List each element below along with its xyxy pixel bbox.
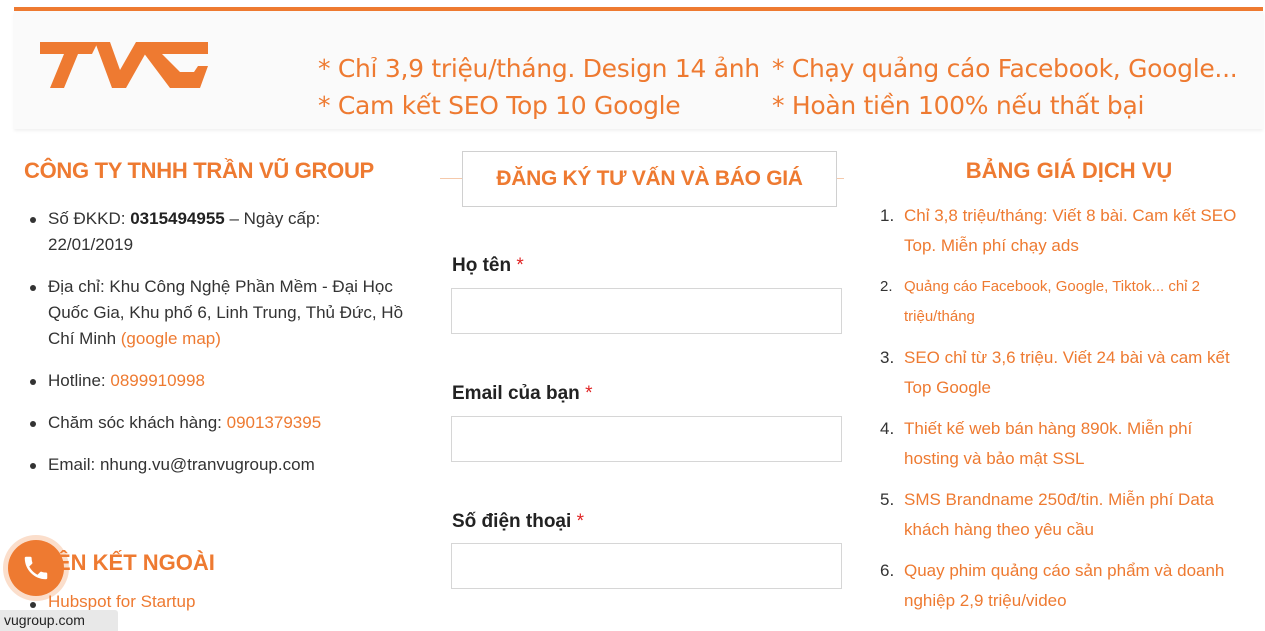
promo-text-4: * Hoàn tiền 100% nếu thất bại [772, 91, 1145, 120]
promo-text-3: * Cam kết SEO Top 10 Google [318, 91, 681, 120]
item-line2: Top Google [904, 378, 991, 397]
item-number: 4. [880, 419, 895, 438]
phone-label-text: Số điện thoại [452, 511, 572, 532]
name-input[interactable] [451, 288, 842, 334]
required-mark: * [516, 255, 524, 276]
care-label: Chăm sóc khách hàng: [48, 413, 227, 432]
item-line2: Top. Miễn phí chạy ads [904, 236, 1079, 255]
promo-text-1: * Chỉ 3,9 triệu/tháng. Design 14 ảnh [318, 54, 760, 83]
item-number: 5. [880, 490, 895, 509]
item-number: 3. [880, 348, 895, 367]
name-label-text: Họ tên [452, 255, 512, 276]
item-line2: khách hàng theo yêu cầu [904, 520, 1094, 539]
item-line2: nghiệp 2,9 triệu/video [904, 591, 1067, 610]
pricing-item[interactable]: 3. SEO chỉ từ 3,6 triệu. Viết 24 bài và c… [880, 343, 1265, 403]
pricing-title: BẢNG GIÁ DỊCH VỤ [965, 158, 1173, 183]
reg-info: Số ĐKKD: 0315494955 – Ngày cấp: 22/01/20… [24, 206, 404, 258]
pricing-list: 1. Chỉ 3,8 triệu/tháng: Viết 8 bài. Cam k… [880, 201, 1265, 627]
required-mark: * [576, 511, 584, 532]
hubspot-link[interactable]: Hubspot for Startup [48, 592, 195, 612]
item-number: 6. [880, 561, 895, 580]
reg-label: Số ĐKKD: [48, 209, 131, 228]
email-info: Email: nhung.vu@tranvugroup.com [24, 452, 404, 478]
item-line2: triệu/tháng [904, 308, 975, 325]
company-info-list: Số ĐKKD: 0315494955 – Ngày cấp: 22/01/20… [24, 206, 404, 478]
hotline-link[interactable]: 0899910998 [110, 371, 205, 390]
care-phone-link[interactable]: 0901379395 [227, 413, 322, 432]
company-info: CÔNG TY TNHH TRẦN VŨ GROUP Số ĐKKD: 0315… [24, 158, 404, 494]
name-label: Họ tên * [452, 255, 524, 277]
phone-label: Số điện thoại * [452, 511, 584, 533]
call-button[interactable] [8, 540, 64, 596]
item-line1: Quay phim quảng cáo sản phẩm và doanh [904, 561, 1225, 580]
pricing-item[interactable]: 1. Chỉ 3,8 triệu/tháng: Viết 8 bài. Cam k… [880, 201, 1265, 261]
hotline-info: Hotline: 0899910998 [24, 368, 404, 394]
item-number: 2. [880, 278, 893, 295]
bullet-dot [30, 602, 36, 608]
care-info: Chăm sóc khách hàng: 0901379395 [24, 410, 404, 436]
required-mark: * [585, 383, 593, 404]
pricing-item[interactable]: 6. Quay phim quảng cáo sản phẩm và doanh n… [880, 556, 1265, 616]
email-input[interactable] [451, 416, 842, 462]
pricing-item[interactable]: 4. Thiết kế web bán hàng 890k. Miễn phí ho… [880, 414, 1265, 474]
google-map-link[interactable]: (google map) [121, 329, 221, 348]
promo-text-2: * Chạy quảng cáo Facebook, Google... [772, 54, 1238, 83]
item-number: 1. [880, 206, 895, 225]
item-line2: hosting và bảo mật SSL [904, 449, 1085, 468]
email-label-text: Email của bạn [452, 383, 580, 404]
item-line1: Chỉ 3,8 triệu/tháng: Viết 8 bài. Cam kết… [904, 206, 1237, 225]
external-links-title-text: ÊN KẾT NGOÀI [56, 550, 215, 575]
phone-input[interactable] [451, 543, 842, 589]
item-line1: Quảng cáo Facebook, Google, Tiktok... ch… [904, 278, 1201, 295]
address-text: Địa chỉ: Khu Công Nghệ Phần Mềm - Đại Họ… [48, 277, 404, 348]
item-line1: Thiết kế web bán hàng 890k. Miễn phí [904, 419, 1193, 438]
reg-number: 0315494955 [130, 209, 225, 228]
address-info: Địa chỉ: Khu Công Nghệ Phần Mềm - Đại Họ… [24, 274, 404, 352]
phone-icon [24, 556, 48, 580]
email-label: Email của bạn * [452, 383, 592, 405]
status-bar-url: vugroup.com [0, 610, 118, 631]
item-line1: SEO chỉ từ 3,6 triệu. Viết 24 bài và cam… [904, 348, 1230, 367]
form-title: ĐĂNG KÝ TƯ VẤN VÀ BÁO GIÁ [462, 151, 837, 207]
hotline-label: Hotline: [48, 371, 111, 390]
item-line1: SMS Brandname 250đ/tin. Miễn phí Data [904, 490, 1214, 509]
company-title: CÔNG TY TNHH TRẦN VŨ GROUP [24, 158, 374, 183]
tvg-logo[interactable] [40, 42, 210, 88]
pricing-item[interactable]: 5. SMS Brandname 250đ/tin. Miễn phí Data k… [880, 485, 1265, 545]
pricing-item[interactable]: 2. Quảng cáo Facebook, Google, Tiktok... … [880, 272, 1265, 332]
